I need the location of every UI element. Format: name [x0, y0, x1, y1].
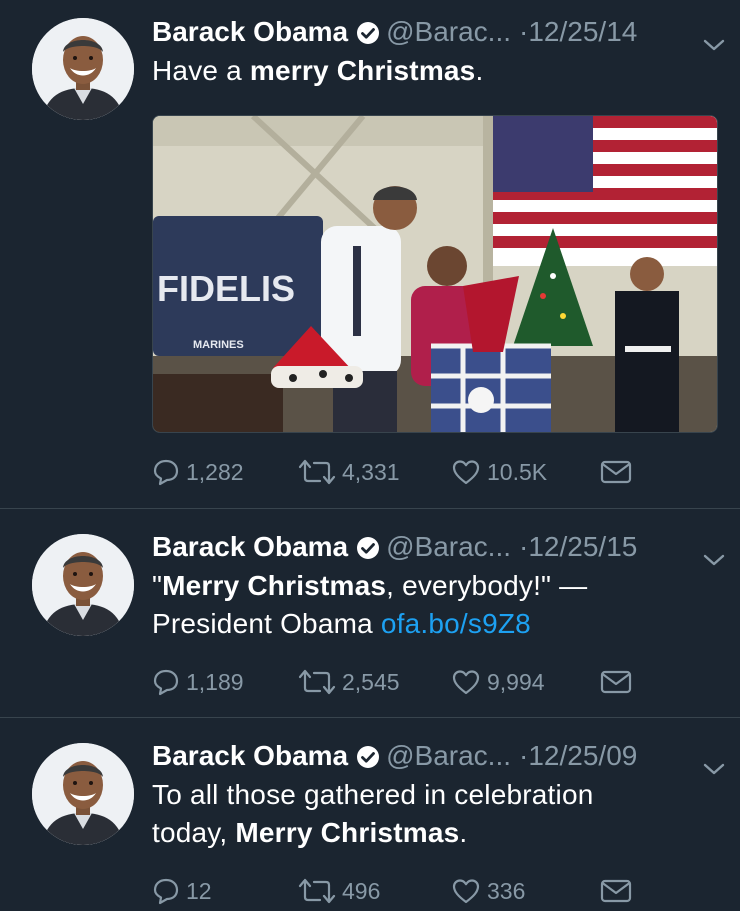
- like-count: 336: [487, 877, 526, 904]
- author-handle[interactable]: @Barac...: [386, 740, 511, 771]
- direct-message-button[interactable]: [600, 454, 638, 490]
- envelope-icon: [600, 878, 638, 904]
- tweet-text-part: ": [152, 570, 163, 601]
- tweet-actions: 1,282 4,331 10.5K: [152, 454, 672, 490]
- like-button[interactable]: 336: [451, 873, 525, 909]
- reply-icon: [152, 458, 186, 486]
- avatar[interactable]: [32, 18, 134, 120]
- envelope-icon: [600, 669, 638, 695]
- retweet-icon: [298, 668, 342, 696]
- reply-button[interactable]: 12: [152, 873, 212, 909]
- reply-icon: [152, 668, 186, 696]
- reply-count: 12: [186, 877, 212, 904]
- tweet-text-line: "Merry Christmas, everybody!" —: [152, 567, 727, 605]
- separator-dot: ·: [519, 531, 529, 562]
- tweet-date[interactable]: 12/25/09: [528, 740, 637, 771]
- envelope-icon: [600, 459, 638, 485]
- tweet-text-line: today, Merry Christmas.: [152, 814, 727, 852]
- verified-badge-icon: [356, 531, 380, 571]
- tweet-text-bold: Merry Christmas: [235, 817, 460, 848]
- author-name[interactable]: Barack Obama: [152, 16, 348, 47]
- like-button[interactable]: 10.5K: [451, 454, 547, 490]
- tweet-text-bold: Merry Christmas: [162, 570, 387, 601]
- like-count: 9,994: [487, 668, 545, 695]
- author-name[interactable]: Barack Obama: [152, 740, 348, 771]
- tweet-header: Barack Obama @Barac... ·12/25/09: [152, 736, 727, 776]
- separator-dot: ·: [519, 740, 529, 771]
- tweet-date[interactable]: 12/25/15: [528, 531, 637, 562]
- reply-count: 1,282: [186, 458, 244, 485]
- tweet-text: "Merry Christmas, everybody!" — Presiden…: [152, 567, 727, 643]
- tweet-text-line: To all those gathered in celebration: [152, 779, 594, 810]
- retweet-button[interactable]: 2,545: [298, 664, 400, 700]
- tweet-text-part: .: [459, 817, 468, 848]
- tweet-text-part: today,: [152, 817, 236, 848]
- heart-icon: [451, 877, 487, 905]
- tweet-text-part: .: [475, 55, 484, 86]
- reply-count: 1,189: [186, 668, 244, 695]
- tweet-text: Have a merry Christmas.: [152, 52, 727, 90]
- like-count: 10.5K: [487, 458, 548, 485]
- tweet-text: To all those gathered in celebration tod…: [152, 776, 727, 852]
- retweet-count: 4,331: [342, 458, 400, 485]
- author-handle[interactable]: @Barac...: [386, 531, 511, 562]
- retweet-button[interactable]: 496: [298, 873, 380, 909]
- tweet[interactable]: Barack Obama @Barac... ·12/25/09 To all th…: [0, 718, 740, 911]
- tweet-text-part: , everybody!" —: [386, 570, 588, 601]
- retweet-count: 496: [342, 877, 381, 904]
- avatar[interactable]: [32, 743, 134, 845]
- avatar[interactable]: [32, 534, 134, 636]
- tweet-text-part: President Obama: [152, 608, 381, 639]
- direct-message-button[interactable]: [600, 664, 638, 700]
- heart-icon: [451, 458, 487, 486]
- tweet-photo[interactable]: FIDELIS MARINES: [152, 115, 718, 433]
- direct-message-button[interactable]: [600, 873, 638, 909]
- verified-badge-icon: [356, 16, 380, 56]
- tweet-text-line: President Obama ofa.bo/s9Z8: [152, 605, 727, 643]
- tweet-text-part: Have a: [152, 55, 250, 86]
- tweet-actions: 1,189 2,545 9,994: [152, 664, 672, 700]
- tweet-link[interactable]: ofa.bo/s9Z8: [381, 608, 531, 639]
- reply-button[interactable]: 1,189: [152, 664, 244, 700]
- author-handle[interactable]: @Barac...: [386, 16, 511, 47]
- tweet-header: Barack Obama @Barac... ·12/25/15: [152, 527, 727, 567]
- tweet-actions: 12 496 336: [152, 873, 672, 909]
- tweet-text-bold: merry Christmas: [249, 55, 476, 86]
- tweet-header: Barack Obama @Barac... ·12/25/14: [152, 12, 727, 52]
- author-name[interactable]: Barack Obama: [152, 531, 348, 562]
- retweet-icon: [298, 458, 342, 486]
- tweet-date[interactable]: 12/25/14: [528, 16, 637, 47]
- like-button[interactable]: 9,994: [451, 664, 545, 700]
- tweet[interactable]: Barack Obama @Barac... ·12/25/14 Have a me…: [0, 0, 740, 509]
- retweet-count: 2,545: [342, 668, 400, 695]
- verified-badge-icon: [356, 740, 380, 780]
- bus-sign-text: FIDELIS: [157, 268, 295, 309]
- retweet-button[interactable]: 4,331: [298, 454, 400, 490]
- heart-icon: [451, 668, 487, 696]
- tweet[interactable]: Barack Obama @Barac... ·12/25/15 "Merry Ch…: [0, 509, 740, 718]
- bus-banner-text: MARINES: [193, 339, 244, 351]
- reply-button[interactable]: 1,282: [152, 454, 244, 490]
- reply-icon: [152, 877, 186, 905]
- retweet-icon: [298, 877, 342, 905]
- separator-dot: ·: [519, 16, 529, 47]
